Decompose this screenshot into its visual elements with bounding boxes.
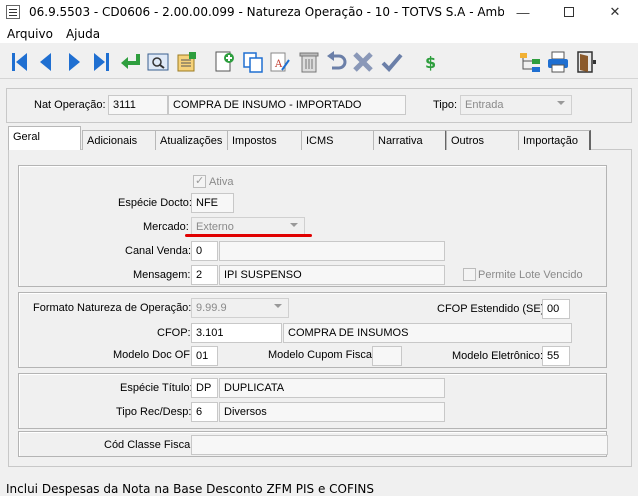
list-icon[interactable] bbox=[175, 50, 199, 74]
mercado-label: Mercado: bbox=[143, 221, 189, 233]
cfop-label: CFOP: bbox=[157, 327, 191, 339]
cfop-estendido-label: CFOP Estendido (SE): bbox=[437, 303, 548, 315]
ativa-checkbox[interactable] bbox=[193, 174, 206, 188]
tab-icms[interactable]: ICMS bbox=[301, 130, 375, 150]
undo-icon[interactable] bbox=[324, 50, 348, 74]
menu-ajuda[interactable]: Ajuda bbox=[59, 27, 106, 41]
modelo-cupom-field[interactable] bbox=[372, 346, 402, 366]
tipo-label: Tipo: bbox=[433, 99, 458, 111]
permite-lote-label: Permite Lote Vencido bbox=[478, 269, 583, 281]
especie-titulo-desc-field: DUPLICATA bbox=[219, 378, 445, 398]
tab-outros[interactable]: Outros bbox=[446, 130, 520, 150]
cod-classe-field[interactable] bbox=[191, 435, 608, 455]
highlight-underline bbox=[185, 234, 312, 237]
especie-titulo-code-field[interactable]: DP bbox=[191, 378, 218, 398]
tab-bar: Geral Adicionais Atualizações Impostos I… bbox=[8, 126, 632, 150]
tree-icon[interactable] bbox=[518, 50, 542, 74]
svg-text:$: $ bbox=[425, 53, 436, 72]
title-bar: 06.9.5503 - CD0606 - 2.00.00.099 - Natur… bbox=[0, 0, 638, 24]
tipo-rec-label: Tipo Rec/Desp: bbox=[116, 406, 192, 418]
last-icon[interactable] bbox=[89, 50, 113, 74]
nat-operacao-code-field[interactable]: 3111 bbox=[108, 95, 168, 115]
tipo-select[interactable]: Entrada bbox=[460, 95, 572, 115]
menu-arquivo[interactable]: Arquivo bbox=[0, 27, 59, 41]
print-icon[interactable] bbox=[546, 50, 570, 74]
goto-icon[interactable] bbox=[118, 50, 142, 74]
first-icon[interactable] bbox=[8, 50, 32, 74]
search-icon[interactable] bbox=[146, 50, 170, 74]
especie-docto-label: Espécie Docto: bbox=[118, 197, 192, 209]
modelo-doc-label: Modelo Doc OF: bbox=[113, 349, 194, 361]
next-icon[interactable] bbox=[62, 50, 86, 74]
save-icon[interactable] bbox=[380, 50, 404, 74]
svg-text:A: A bbox=[274, 59, 283, 70]
cancel-icon[interactable] bbox=[351, 50, 375, 74]
nat-operacao-label: Nat Operação: bbox=[34, 99, 106, 111]
formato-value: 9.99.9 bbox=[196, 302, 227, 314]
mercado-value: Externo bbox=[196, 221, 234, 233]
especie-titulo-label: Espécie Título: bbox=[120, 382, 193, 394]
permite-lote-checkbox[interactable] bbox=[463, 268, 476, 281]
canal-venda-code-field[interactable]: 0 bbox=[191, 241, 218, 261]
add-icon[interactable] bbox=[212, 50, 236, 74]
especie-docto-field[interactable]: NFE bbox=[191, 193, 234, 213]
tab-importacao[interactable]: Importação bbox=[518, 130, 591, 150]
tab-atualizacoes[interactable]: Atualizações bbox=[155, 130, 229, 150]
maximize-icon bbox=[564, 7, 574, 17]
tipo-value: Entrada bbox=[465, 99, 504, 111]
tab-impostos[interactable]: Impostos bbox=[227, 130, 303, 150]
mensagem-code-field[interactable]: 2 bbox=[191, 265, 218, 285]
exit-icon[interactable] bbox=[574, 50, 598, 74]
copy-icon[interactable] bbox=[241, 50, 265, 74]
chevron-down-icon bbox=[290, 223, 298, 227]
window-title: 06.9.5503 - CD0606 - 2.00.00.099 - Natur… bbox=[29, 5, 504, 19]
menu-bar: Arquivo Ajuda bbox=[0, 24, 638, 43]
edit-icon[interactable]: A bbox=[268, 50, 292, 74]
cfop-code-field[interactable]: 3.101 bbox=[191, 323, 282, 343]
nat-operacao-desc-field: COMPRA DE INSUMO - IMPORTADO bbox=[168, 95, 406, 115]
tab-narrativa[interactable]: Narrativa bbox=[373, 130, 447, 150]
tipo-rec-code-field[interactable]: 6 bbox=[191, 402, 218, 422]
ativa-label: Ativa bbox=[209, 176, 234, 188]
app-icon bbox=[6, 5, 20, 19]
tab-geral[interactable]: Geral bbox=[8, 126, 81, 150]
cost-icon[interactable]: $ bbox=[418, 50, 442, 74]
chevron-down-icon bbox=[557, 101, 565, 105]
previous-icon[interactable] bbox=[34, 50, 58, 74]
chevron-down-icon bbox=[274, 304, 282, 308]
canal-venda-desc-field bbox=[219, 241, 445, 261]
modelo-eletronico-label: Modelo Eletrônico: bbox=[452, 350, 544, 362]
close-button[interactable]: ✕ bbox=[592, 0, 638, 24]
status-bar: Inclui Despesas da Nota na Base Desconto… bbox=[0, 481, 638, 496]
modelo-cupom-label: Modelo Cupom Fiscal: bbox=[268, 349, 378, 361]
modelo-eletronico-field[interactable]: 55 bbox=[542, 346, 570, 366]
toolbar: A $ bbox=[0, 44, 638, 79]
maximize-button[interactable] bbox=[546, 0, 592, 24]
minimize-button[interactable]: — bbox=[500, 0, 546, 24]
formato-select[interactable]: 9.99.9 bbox=[191, 298, 289, 318]
cfop-desc-field: COMPRA DE INSUMOS bbox=[283, 323, 572, 343]
cod-classe-label: Cód Classe Fiscal: bbox=[104, 439, 196, 451]
tipo-rec-desc-field: Diversos bbox=[219, 402, 445, 422]
mensagem-desc-field: IPI SUSPENSO bbox=[219, 265, 445, 285]
formato-label: Formato Natureza de Operação: bbox=[33, 302, 192, 314]
modelo-doc-field[interactable]: 01 bbox=[191, 346, 218, 366]
tab-adicionais[interactable]: Adicionais bbox=[82, 130, 159, 150]
mensagem-label: Mensagem: bbox=[133, 269, 191, 281]
delete-icon[interactable] bbox=[297, 50, 321, 74]
canal-venda-label: Canal Venda: bbox=[125, 245, 192, 257]
cfop-estendido-field[interactable]: 00 bbox=[542, 299, 570, 319]
